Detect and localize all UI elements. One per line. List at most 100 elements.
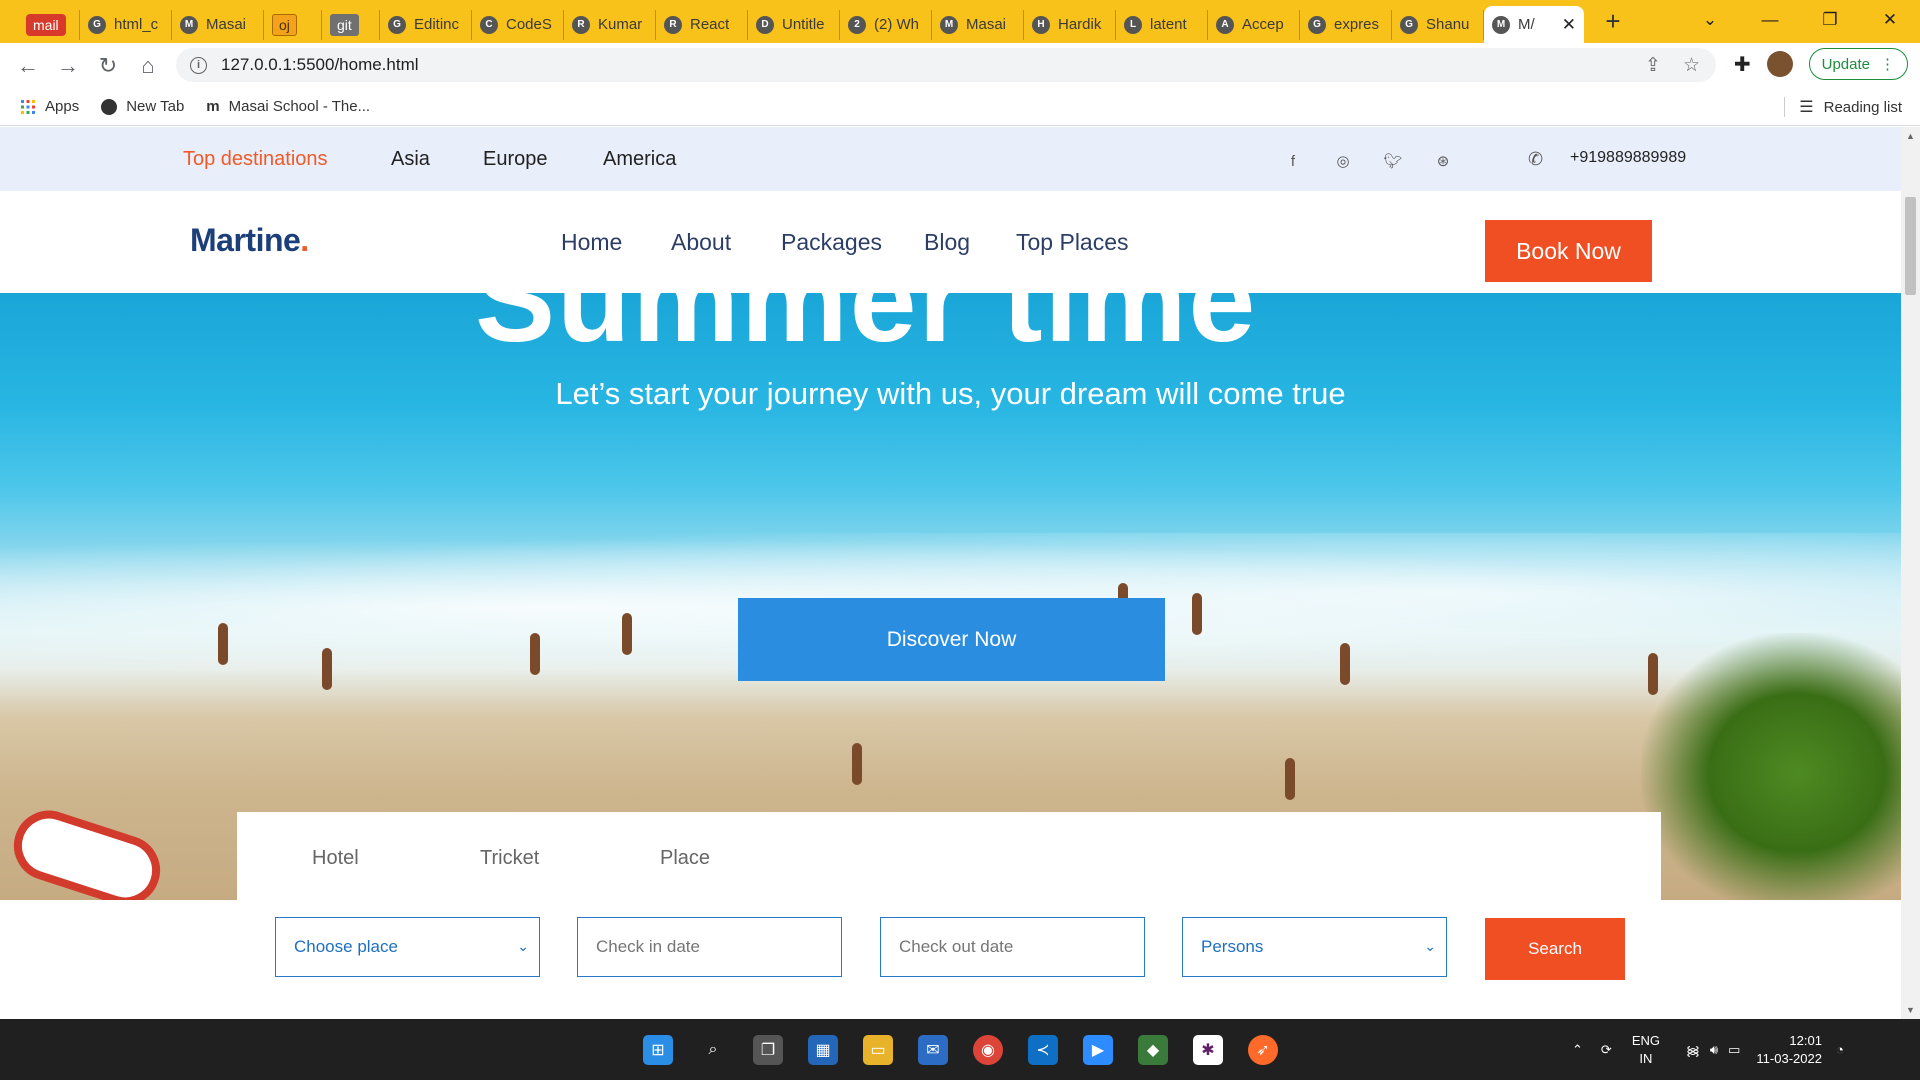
site-info-icon[interactable]: i — [190, 56, 207, 74]
site-logo[interactable]: Martine. — [190, 222, 309, 259]
bookmark-apps[interactable]: Apps — [20, 98, 79, 115]
clock-date: 11-03-2022 — [1756, 1050, 1822, 1066]
back-button[interactable]: ← — [8, 46, 48, 86]
nav-top-places[interactable]: Top Places — [1016, 229, 1129, 256]
volume-icon[interactable]: 🔊︎ — [1710, 1042, 1718, 1058]
profile-avatar[interactable] — [1766, 51, 1793, 77]
facebook-icon[interactable]: f — [1283, 151, 1303, 171]
browser-tab[interactable]: M Masai — [172, 9, 264, 40]
tab-place[interactable]: Place — [660, 847, 710, 870]
slack-icon[interactable]: ✱ — [1193, 1035, 1223, 1065]
bookmark-star-icon[interactable]: ☆ — [1683, 54, 1700, 77]
notifications-icon[interactable]: ◔ — [1836, 1042, 1844, 1057]
tab-search-icon[interactable]: ⌄ — [1680, 0, 1740, 40]
postman-icon[interactable]: ➶ — [1248, 1035, 1278, 1065]
choose-place-select[interactable]: Choose place ⌄ — [275, 917, 540, 977]
maximize-button[interactable]: ❐ — [1800, 0, 1860, 40]
tab-list: mail Ghtml_c M Masai oj git G Editinc C CodeS R Kum… — [18, 0, 1584, 43]
windows-start-icon[interactable]: ⊞ — [643, 1035, 673, 1065]
region-link-europe[interactable]: Europe — [483, 148, 548, 171]
wifi-icon[interactable]: ᯼ — [1686, 1041, 1700, 1059]
update-button[interactable]: Update ⋮ — [1808, 48, 1908, 80]
browser-tab-strip: mail Ghtml_c M Masai oj git G Editinc C CodeS R Kum… — [0, 0, 1920, 43]
zoom-icon[interactable]: ▶ — [1083, 1035, 1113, 1065]
phone-number[interactable]: +919889889989 — [1570, 149, 1686, 167]
browser-tab[interactable]: H Hardik — [1024, 9, 1116, 40]
file-explorer-icon[interactable]: ▭ — [863, 1035, 893, 1065]
share-icon[interactable]: ⇪ — [1645, 54, 1661, 77]
widgets-icon[interactable]: ▦ — [808, 1035, 838, 1065]
mail-icon[interactable]: ✉ — [918, 1035, 948, 1065]
browser-tab[interactable]: G Shanu — [1392, 9, 1484, 40]
nav-blog[interactable]: Blog — [924, 229, 970, 256]
vscode-icon[interactable]: ≺ — [1028, 1035, 1058, 1065]
scrollbar-thumb[interactable] — [1905, 197, 1916, 295]
browser-tab[interactable]: M M/ ✕ — [1484, 6, 1584, 43]
browser-toolbar: ← → ↻ ⌂ i 127.0.0.1:5500/home.html ⇪ ☆ ✚… — [0, 43, 1920, 88]
book-now-button[interactable]: Book Now — [1485, 220, 1652, 282]
page-scrollbar[interactable]: ▲ ▼ — [1901, 127, 1920, 1019]
browser-tab[interactable]: A Accep — [1208, 9, 1300, 40]
search-icon[interactable]: ⌕ — [698, 1035, 728, 1065]
nav-about[interactable]: About — [671, 229, 731, 256]
tab-title: Masai — [966, 16, 1007, 33]
nav-home[interactable]: Home — [561, 229, 622, 256]
twitter-icon[interactable]: 🐦︎ — [1383, 151, 1403, 171]
browser-tab[interactable]: git — [322, 9, 380, 40]
browser-tab[interactable]: 2 (2) Wh — [840, 9, 932, 40]
discover-now-button[interactable]: Discover Now — [738, 598, 1165, 681]
browser-tab[interactable]: M Masai — [932, 9, 1024, 40]
reload-button[interactable]: ↻ — [88, 46, 128, 86]
browser-tab[interactable]: D Untitle — [748, 9, 840, 40]
instagram-icon[interactable]: ◎ — [1333, 151, 1353, 171]
tab-favicon-icon: G — [1400, 15, 1418, 34]
battery-icon[interactable]: ▭ — [1728, 1042, 1740, 1058]
git-icon[interactable]: ◆ — [1138, 1035, 1168, 1065]
sync-icon[interactable]: ⟳ — [1601, 1042, 1612, 1058]
extensions-puzzle-icon[interactable]: ✚ — [1734, 52, 1751, 77]
tab-hotel[interactable]: Hotel — [312, 847, 359, 870]
browser-tab[interactable]: C CodeS — [472, 9, 564, 40]
scroll-down-arrow-icon[interactable]: ▼ — [1906, 1005, 1915, 1015]
top-destinations-link[interactable]: Top destinations — [183, 148, 328, 171]
nav-packages[interactable]: Packages — [781, 229, 882, 256]
browser-tab[interactable]: oj — [264, 9, 322, 40]
tab-ticket[interactable]: Tricket — [480, 847, 539, 870]
hero-inflatable-boat — [4, 801, 170, 900]
task-view-icon[interactable]: ❐ — [753, 1035, 783, 1065]
new-tab-button[interactable]: + — [1598, 6, 1628, 37]
apps-grid-icon — [21, 99, 35, 114]
show-hidden-icons-icon[interactable]: ⌃ — [1572, 1042, 1583, 1058]
persons-select[interactable]: Persons ⌄ — [1182, 917, 1447, 977]
browser-tab[interactable]: R React — [656, 9, 748, 40]
masai-logo-icon: m — [206, 98, 220, 115]
check-out-date-input[interactable] — [880, 917, 1145, 977]
address-bar[interactable]: i 127.0.0.1:5500/home.html ⇪ ☆ — [176, 48, 1716, 82]
reading-list-button[interactable]: ☰ Reading list — [1784, 97, 1902, 117]
region-link-asia[interactable]: Asia — [391, 148, 430, 171]
scroll-up-arrow-icon[interactable]: ▲ — [1906, 131, 1915, 141]
language-indicator[interactable]: ENG IN — [1632, 1032, 1660, 1068]
tab-title: Accep — [1242, 16, 1284, 33]
browser-tab[interactable]: Ghtml_c — [80, 9, 172, 40]
forward-button[interactable]: → — [48, 46, 88, 86]
tab-title: (2) Wh — [874, 16, 919, 33]
browser-tab[interactable]: Gexpres — [1300, 9, 1392, 40]
browser-tab[interactable]: G Editinc — [380, 9, 472, 40]
clock[interactable]: 12:01 11-03-2022 — [1756, 1032, 1822, 1068]
region-link-america[interactable]: America — [603, 148, 676, 171]
bookmark-new-tab[interactable]: New Tab — [101, 98, 184, 115]
home-button[interactable]: ⌂ — [128, 46, 168, 86]
search-button[interactable]: Search — [1485, 918, 1625, 980]
browser-tab[interactable]: Llatent — [1116, 9, 1208, 40]
bookmark-masai[interactable]: m Masai School - The... — [206, 98, 370, 115]
chrome-icon[interactable]: ◉ — [973, 1035, 1003, 1065]
url-text[interactable]: 127.0.0.1:5500/home.html — [221, 55, 419, 75]
minimize-button[interactable]: — — [1740, 0, 1800, 40]
dribbble-icon[interactable]: ⊛ — [1433, 151, 1453, 171]
check-in-date-input[interactable] — [577, 917, 842, 977]
close-window-button[interactable]: ✕ — [1860, 0, 1920, 40]
close-tab-icon[interactable]: ✕ — [1562, 15, 1576, 35]
browser-tab[interactable]: R Kumar — [564, 9, 656, 40]
browser-tab[interactable]: mail — [18, 9, 80, 40]
